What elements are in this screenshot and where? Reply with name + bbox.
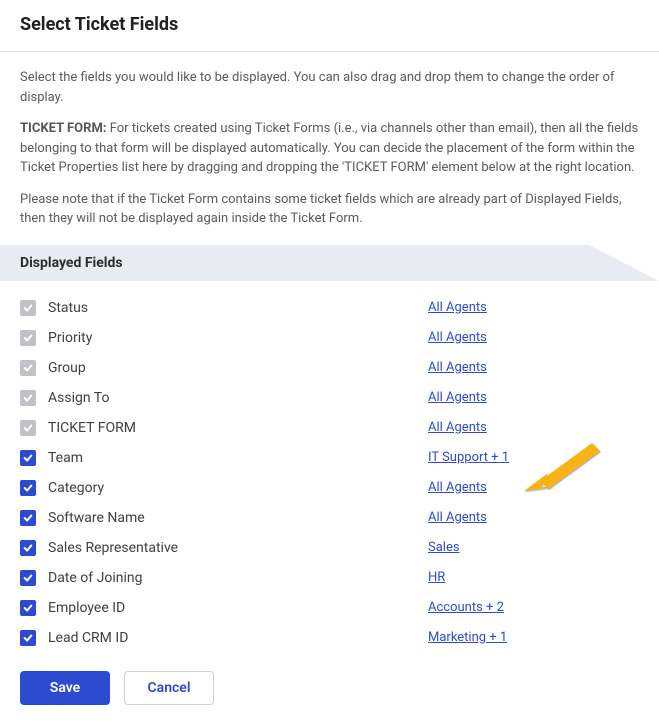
section-title: Displayed Fields (20, 255, 123, 271)
page-title: Select Ticket Fields (20, 14, 639, 35)
visibility-link-employee-id[interactable]: Accounts + 2 (428, 600, 504, 615)
field-label-sales-rep: Sales Representative (48, 540, 428, 556)
field-label-group: Group (48, 360, 428, 376)
visibility-link-group[interactable]: All Agents (428, 360, 487, 375)
visibility-link-software-name[interactable]: All Agents (428, 510, 487, 525)
visibility-link-date-joining[interactable]: HR (428, 570, 445, 585)
checkbox-sales-rep[interactable] (20, 540, 36, 556)
checkbox-status (20, 300, 36, 316)
field-label-ticket-form: TICKET FORM (48, 420, 428, 436)
field-row-assign-to[interactable]: Assign ToAll Agents (20, 383, 639, 413)
checkbox-employee-id[interactable] (20, 600, 36, 616)
checkbox-software-name[interactable] (20, 510, 36, 526)
intro-p2: TICKET FORM: For tickets created using T… (20, 119, 639, 178)
check-icon (23, 303, 33, 313)
check-icon (23, 393, 33, 403)
save-button[interactable]: Save (20, 671, 110, 705)
visibility-link-ticket-form[interactable]: All Agents (428, 420, 487, 435)
field-row-date-joining[interactable]: Date of JoiningHR (20, 563, 639, 593)
field-label-software-name: Software Name (48, 510, 428, 526)
field-label-category: Category (48, 480, 428, 496)
field-row-ticket-form[interactable]: TICKET FORMAll Agents (20, 413, 639, 443)
checkbox-category[interactable] (20, 480, 36, 496)
field-label-date-joining: Date of Joining (48, 570, 428, 586)
checkbox-group (20, 360, 36, 376)
check-icon (23, 363, 33, 373)
field-row-priority[interactable]: PriorityAll Agents (20, 323, 639, 353)
intro-p1: Select the fields you would like to be d… (20, 68, 639, 107)
check-icon (23, 333, 33, 343)
visibility-link-category[interactable]: All Agents (428, 480, 487, 495)
check-icon (23, 603, 33, 613)
field-row-sales-rep[interactable]: Sales RepresentativeSales (20, 533, 639, 563)
visibility-link-priority[interactable]: All Agents (428, 330, 487, 345)
field-row-software-name[interactable]: Software NameAll Agents (20, 503, 639, 533)
field-label-status: Status (48, 300, 428, 316)
field-row-group[interactable]: GroupAll Agents (20, 353, 639, 383)
checkbox-assign-to (20, 390, 36, 406)
field-row-employee-id[interactable]: Employee IDAccounts + 2 (20, 593, 639, 623)
fields-list: StatusAll AgentsPriorityAll AgentsGroupA… (0, 281, 659, 659)
check-icon (23, 573, 33, 583)
field-label-assign-to: Assign To (48, 390, 428, 406)
intro-p2-text: For tickets created using Ticket Forms (… (20, 121, 638, 175)
check-icon (23, 483, 33, 493)
field-row-category[interactable]: CategoryAll Agents (20, 473, 639, 503)
visibility-link-lead-crm-id[interactable]: Marketing + 1 (428, 630, 507, 645)
field-row-status[interactable]: StatusAll Agents (20, 293, 639, 323)
checkbox-team[interactable] (20, 450, 36, 466)
checkbox-ticket-form (20, 420, 36, 436)
field-row-team[interactable]: TeamIT Support + 1 (20, 443, 639, 473)
ticket-form-label: TICKET FORM: (20, 121, 106, 136)
dialog-header: Select Ticket Fields (0, 0, 659, 52)
check-icon (23, 633, 33, 643)
check-icon (23, 543, 33, 553)
visibility-link-team[interactable]: IT Support + 1 (428, 450, 509, 465)
checkbox-priority (20, 330, 36, 346)
check-icon (23, 423, 33, 433)
field-label-lead-crm-id: Lead CRM ID (48, 630, 428, 646)
action-bar: Save Cancel (0, 659, 659, 725)
checkbox-date-joining[interactable] (20, 570, 36, 586)
check-icon (23, 453, 33, 463)
intro-p3: Please note that if the Ticket Form cont… (20, 190, 639, 229)
field-label-employee-id: Employee ID (48, 600, 428, 616)
displayed-fields-header: Displayed Fields (0, 245, 659, 281)
checkbox-lead-crm-id[interactable] (20, 630, 36, 646)
visibility-link-sales-rep[interactable]: Sales (428, 540, 460, 555)
intro-block: Select the fields you would like to be d… (0, 52, 659, 245)
check-icon (23, 513, 33, 523)
visibility-link-status[interactable]: All Agents (428, 300, 487, 315)
cancel-button[interactable]: Cancel (124, 671, 214, 705)
field-label-priority: Priority (48, 330, 428, 346)
field-row-lead-crm-id[interactable]: Lead CRM IDMarketing + 1 (20, 623, 639, 653)
visibility-link-assign-to[interactable]: All Agents (428, 390, 487, 405)
field-label-team: Team (48, 450, 428, 466)
